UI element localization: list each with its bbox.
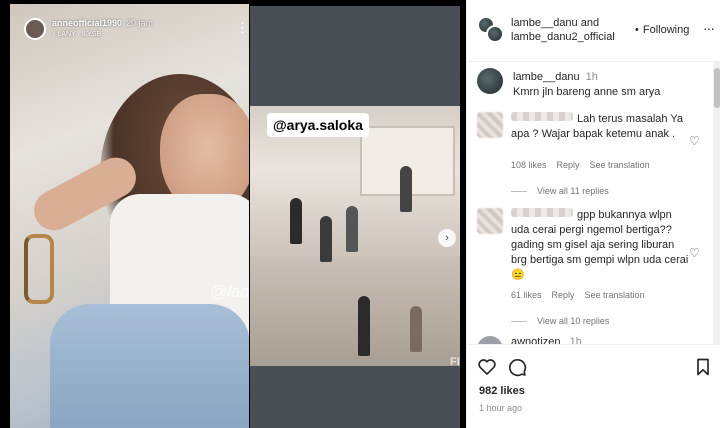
photo-person bbox=[410, 306, 422, 352]
avatar[interactable] bbox=[477, 336, 503, 344]
collab-names: lambe__danu and lambe_danu2_official bbox=[511, 16, 615, 44]
post-time: 1 hour ago bbox=[479, 403, 523, 413]
collab-avatars[interactable] bbox=[477, 16, 505, 44]
comment-bubble-icon[interactable] bbox=[507, 357, 527, 377]
avatar bbox=[486, 25, 504, 43]
comment-username[interactable]: awnotizen bbox=[511, 336, 561, 344]
post-header: lambe__danu and lambe_danu2_official • Fo… bbox=[467, 0, 720, 62]
story-music-label: LANY · ILYSB bbox=[57, 31, 102, 38]
dot-separator: • bbox=[635, 24, 639, 36]
comments-panel: lambe__danu and lambe_danu2_official • Fo… bbox=[466, 0, 720, 428]
following-button[interactable]: • Following bbox=[635, 24, 689, 36]
mention-tag: @arya.saloka bbox=[267, 113, 369, 137]
blurred-avatar[interactable] bbox=[477, 208, 503, 234]
story-username: anneofficial1990 bbox=[52, 18, 123, 28]
view-replies-label: View all 10 replies bbox=[537, 316, 610, 326]
scrollbar-thumb[interactable] bbox=[714, 68, 720, 108]
photo-floor bbox=[250, 256, 460, 366]
watermark-text-2: FIL bbox=[450, 356, 460, 368]
comment-time: 1h bbox=[569, 336, 582, 344]
view-replies-label: View all 11 replies bbox=[537, 186, 609, 196]
see-translation-link[interactable]: See translation bbox=[585, 290, 645, 300]
following-label: Following bbox=[642, 24, 690, 36]
heart-icon[interactable]: ♡ bbox=[689, 246, 700, 260]
likes-count[interactable]: 982 likes bbox=[479, 385, 525, 397]
divider bbox=[511, 190, 527, 192]
photo-person bbox=[290, 198, 302, 244]
post-media: anneofficial1990 20 jam ♪ LANY · ILYSB ⋮ … bbox=[0, 0, 466, 428]
scrollbar[interactable] bbox=[713, 62, 720, 344]
photo-person bbox=[358, 296, 370, 356]
photo-mall bbox=[250, 106, 460, 366]
joiner-text: and bbox=[580, 17, 600, 29]
divider bbox=[511, 320, 527, 322]
photo-person bbox=[320, 216, 332, 262]
comment-text: Lah terus masalah Ya apa ? Wajar bapak k… bbox=[511, 113, 683, 140]
see-translation-link[interactable]: See translation bbox=[590, 160, 650, 170]
like-heart-icon[interactable] bbox=[477, 357, 497, 377]
reply-button[interactable]: Reply bbox=[552, 290, 575, 300]
next-slide-button[interactable]: › bbox=[438, 229, 456, 247]
photo-person bbox=[346, 206, 358, 252]
watermark-text: @lambe__danu bbox=[210, 282, 249, 301]
caption-time: 1h bbox=[585, 71, 598, 83]
caption-text: Kmrn jln bareng anne sm arya bbox=[513, 86, 661, 98]
account-1-link[interactable]: lambe__danu bbox=[511, 17, 578, 29]
comment-likes[interactable]: 108 likes bbox=[511, 160, 547, 170]
story-avatar bbox=[24, 18, 46, 40]
heart-icon[interactable]: ♡ bbox=[689, 134, 700, 148]
caption-username[interactable]: lambe__danu bbox=[513, 71, 580, 83]
avatar[interactable] bbox=[477, 68, 503, 94]
blurred-avatar[interactable] bbox=[477, 112, 503, 138]
more-horizontal-icon[interactable]: ··· bbox=[703, 20, 715, 36]
view-replies-button[interactable]: View all 10 replies bbox=[511, 316, 609, 326]
comment-likes[interactable]: 61 likes bbox=[511, 290, 542, 300]
reply-button[interactable]: Reply bbox=[557, 160, 580, 170]
bookmark-icon[interactable] bbox=[693, 357, 713, 377]
account-2-link[interactable]: lambe_danu2_official bbox=[511, 31, 615, 43]
photo-person bbox=[400, 166, 412, 212]
comments-list: lambe__danu 1h Kmrn jln bareng anne sm ar… bbox=[467, 62, 713, 344]
comment-meta: 108 likes Reply See translation bbox=[511, 160, 660, 170]
story-time: 20 jam bbox=[126, 18, 154, 28]
story-more-icon: ⋮ bbox=[236, 20, 249, 35]
comment-meta: 61 likes Reply See translation bbox=[511, 290, 655, 300]
post-actions: 982 likes 1 hour ago bbox=[467, 344, 720, 428]
story-music: ♪ LANY · ILYSB bbox=[52, 31, 153, 38]
story-screenshot-right: @arya.saloka FIL bbox=[250, 6, 460, 428]
story-screenshot-left: anneofficial1990 20 jam ♪ LANY · ILYSB ⋮ … bbox=[10, 4, 249, 428]
photo-jeans bbox=[50, 304, 249, 428]
story-header: anneofficial1990 20 jam ♪ LANY · ILYSB bbox=[24, 18, 153, 40]
view-replies-button[interactable]: View all 11 replies bbox=[511, 186, 609, 196]
photo-bracelet bbox=[24, 234, 54, 304]
comment-text: gpp bukannya wlpn uda cerai pergi ngemol… bbox=[511, 209, 689, 281]
